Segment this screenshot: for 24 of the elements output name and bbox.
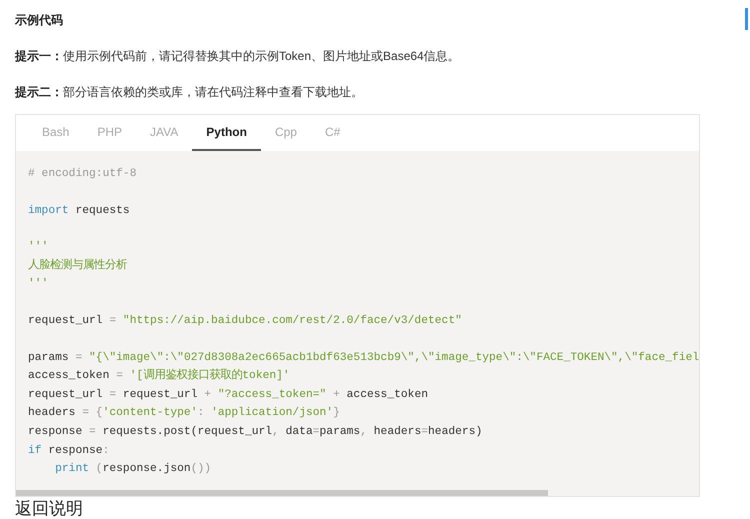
- code-line: ''': [28, 276, 50, 292]
- section-heading: 返回说明: [15, 499, 83, 519]
- language-tab[interactable]: Cpp: [260, 115, 311, 151]
- horizontal-scrollbar[interactable]: [16, 488, 699, 496]
- language-tab[interactable]: PHP: [83, 115, 136, 151]
- language-tab[interactable]: JAVA: [136, 115, 192, 151]
- code-line: headers = {'content-type': 'application/json'}: [28, 406, 341, 422]
- code-line: request_url = request_url + "?access_token=" + access_token: [28, 388, 430, 403]
- hint-text: 提示一：使用示例代码前，请记得替换其中的示例Token、图片地址或Base64信息。: [15, 48, 460, 64]
- code-line: ''': [28, 240, 50, 256]
- code-line: # encoding:utf-8: [28, 166, 138, 182]
- code-line: params = "{\"image\":\"027d8308a2ec665acb1bdf63e513bcb9\",\"image_type\":\"FACE_TOKEN\",\"face_fiel: [28, 350, 699, 366]
- code-line: response = requests.post(request_url, data=params, headers=headers): [28, 424, 484, 440]
- language-tab[interactable]: C#: [310, 115, 354, 151]
- scroll-marker: [745, 8, 748, 30]
- code-line: print (response.json()): [54, 462, 212, 478]
- section-title: 示例代码: [15, 12, 63, 28]
- hint-text: 提示二：部分语言依赖的类或库，请在代码注释中查看下载地址。: [15, 84, 363, 100]
- code-line: if response:: [28, 444, 110, 459]
- code-line: request_url = "https://aip.baidubce.com/rest/2.0/face/v3/detect": [28, 314, 463, 329]
- code-line: access_token = '[调用鉴权接口获取的token]': [28, 368, 291, 384]
- code-line: import requests: [28, 204, 131, 219]
- code-line: 人脸检测与属性分析: [28, 258, 128, 274]
- language-tab[interactable]: Bash: [28, 115, 84, 151]
